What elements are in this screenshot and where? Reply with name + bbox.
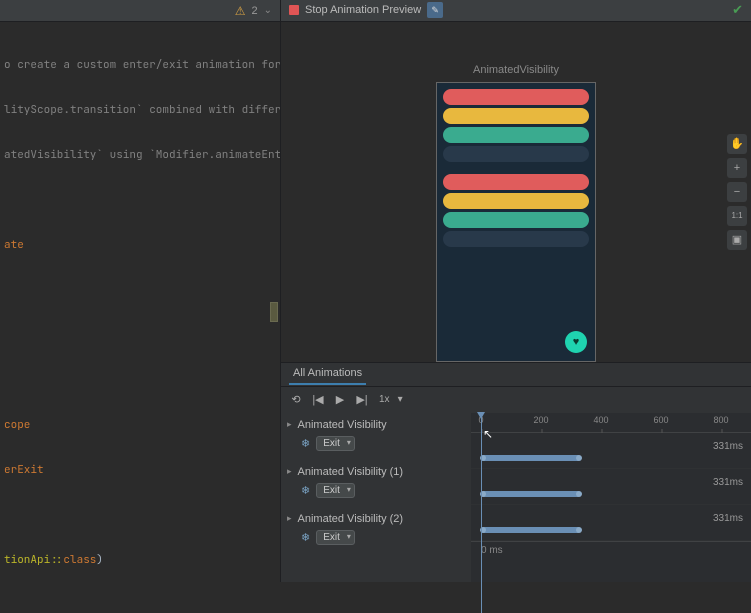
code-editor-pane: ⚠ 2 ⌄ o create a custom enter/exit anima… <box>0 0 280 582</box>
chevron-down-icon[interactable]: ▾ <box>398 394 403 405</box>
preview-canvas[interactable]: AnimatedVisibility ♥ ✋ + − 1:1 ▣ <box>281 22 751 362</box>
chevron-down-icon[interactable]: ⌄ <box>264 5 272 16</box>
duration-label: 331ms <box>713 513 743 524</box>
animation-labels: ▸ Animated Visibility ❄ Exit ▸ Animated … <box>281 413 471 582</box>
timeline-ruler[interactable]: 0 200 400 600 800 1000 <box>471 413 751 433</box>
scroll-marker[interactable] <box>270 302 278 322</box>
pan-tool-button[interactable]: ✋ <box>727 134 747 154</box>
ruler-tick: 600 <box>653 415 668 425</box>
track-bar[interactable] <box>481 455 581 461</box>
code-comment: o create a custom enter/exit animation f… <box>4 58 280 72</box>
preview-bar <box>443 146 589 162</box>
track-row: 331ms <box>471 469 751 505</box>
canvas-tools: ✋ + − 1:1 ▣ <box>727 134 747 250</box>
animation-tabs: All Animations <box>281 363 751 387</box>
preview-bar <box>443 108 589 124</box>
chevron-right-icon[interactable]: ▸ <box>287 466 292 477</box>
track-row: 331ms <box>471 505 751 541</box>
animation-name: Animated Visibility (1) <box>298 466 404 478</box>
preview-bar <box>443 127 589 143</box>
code-comment: lityScope.transition` combined with diff… <box>4 103 280 117</box>
animation-inspector: All Animations ⟲ |◀ ▶ ▶| 1x ▾ ▸ Animated… <box>281 362 751 582</box>
preview-bar <box>443 212 589 228</box>
timeline-footer: 0 ms <box>471 541 751 561</box>
track-row: 331ms <box>471 433 751 469</box>
zoom-in-button[interactable]: + <box>727 158 747 178</box>
to-start-button[interactable]: |◀ <box>309 391 327 409</box>
heart-icon: ♥ <box>573 336 580 348</box>
stop-icon[interactable] <box>289 5 299 15</box>
zoom-out-button[interactable]: − <box>727 182 747 202</box>
duration-label: 331ms <box>713 477 743 488</box>
chevron-right-icon[interactable]: ▸ <box>287 513 292 524</box>
ruler-tick: 400 <box>593 415 608 425</box>
warning-icon[interactable]: ⚠ <box>235 4 246 18</box>
ruler-tick: 200 <box>533 415 548 425</box>
pencil-icon[interactable]: ✎ <box>427 2 443 18</box>
tab-all-animations[interactable]: All Animations <box>289 363 366 385</box>
preview-pane: Stop Animation Preview ✎ ✔ AnimatedVisib… <box>280 0 751 582</box>
loop-button[interactable]: ⟲ <box>287 391 305 409</box>
duration-label: 331ms <box>713 441 743 452</box>
timeline: ▸ Animated Visibility ❄ Exit ▸ Animated … <box>281 413 751 582</box>
animation-item: ▸ Animated Visibility ❄ Exit <box>287 417 465 454</box>
preview-bar <box>443 174 589 190</box>
current-time: 0 ms <box>481 545 503 556</box>
zoom-reset-button[interactable]: 1:1 <box>727 206 747 226</box>
frame-button[interactable]: ▣ <box>727 230 747 250</box>
freeze-icon[interactable]: ❄ <box>301 484 310 497</box>
track-bar[interactable] <box>481 527 581 533</box>
preview-title: Stop Animation Preview <box>305 4 421 16</box>
playhead[interactable] <box>481 413 482 613</box>
device-frame: ♥ <box>436 82 596 362</box>
preview-bar <box>443 231 589 247</box>
animation-item: ▸ Animated Visibility (2) ❄ Exit <box>287 511 465 548</box>
to-end-button[interactable]: ▶| <box>353 391 371 409</box>
canvas-label: AnimatedVisibility <box>473 64 559 76</box>
warning-count: 2 <box>251 5 257 17</box>
animation-item: ▸ Animated Visibility (1) ❄ Exit <box>287 464 465 501</box>
code-area[interactable]: o create a custom enter/exit animation f… <box>0 22 280 582</box>
freeze-icon[interactable]: ❄ <box>301 437 310 450</box>
animation-name: Animated Visibility (2) <box>298 513 404 525</box>
state-select[interactable]: Exit <box>316 483 355 498</box>
chevron-right-icon[interactable]: ▸ <box>287 419 292 430</box>
code-comment: atedVisibility` using `Modifier.animateE… <box>4 148 280 162</box>
preview-bar <box>443 193 589 209</box>
speed-label[interactable]: 1x <box>379 394 390 405</box>
ruler-tick: 800 <box>713 415 728 425</box>
editor-statusbar: ⚠ 2 ⌄ <box>0 0 280 22</box>
freeze-icon[interactable]: ❄ <box>301 531 310 544</box>
animation-name: Animated Visibility <box>298 419 387 431</box>
state-select[interactable]: Exit <box>316 530 355 545</box>
fab-button[interactable]: ♥ <box>565 331 587 353</box>
track-bar[interactable] <box>481 491 581 497</box>
check-icon: ✔ <box>732 2 743 18</box>
preview-toolbar: Stop Animation Preview ✎ ✔ <box>281 0 751 22</box>
play-button[interactable]: ▶ <box>331 391 349 409</box>
animation-controls: ⟲ |◀ ▶ ▶| 1x ▾ <box>281 387 751 413</box>
preview-bar <box>443 89 589 105</box>
timeline-tracks[interactable]: 0 200 400 600 800 1000 ↖ 331ms 331ms <box>471 413 751 582</box>
state-select[interactable]: Exit <box>316 436 355 451</box>
